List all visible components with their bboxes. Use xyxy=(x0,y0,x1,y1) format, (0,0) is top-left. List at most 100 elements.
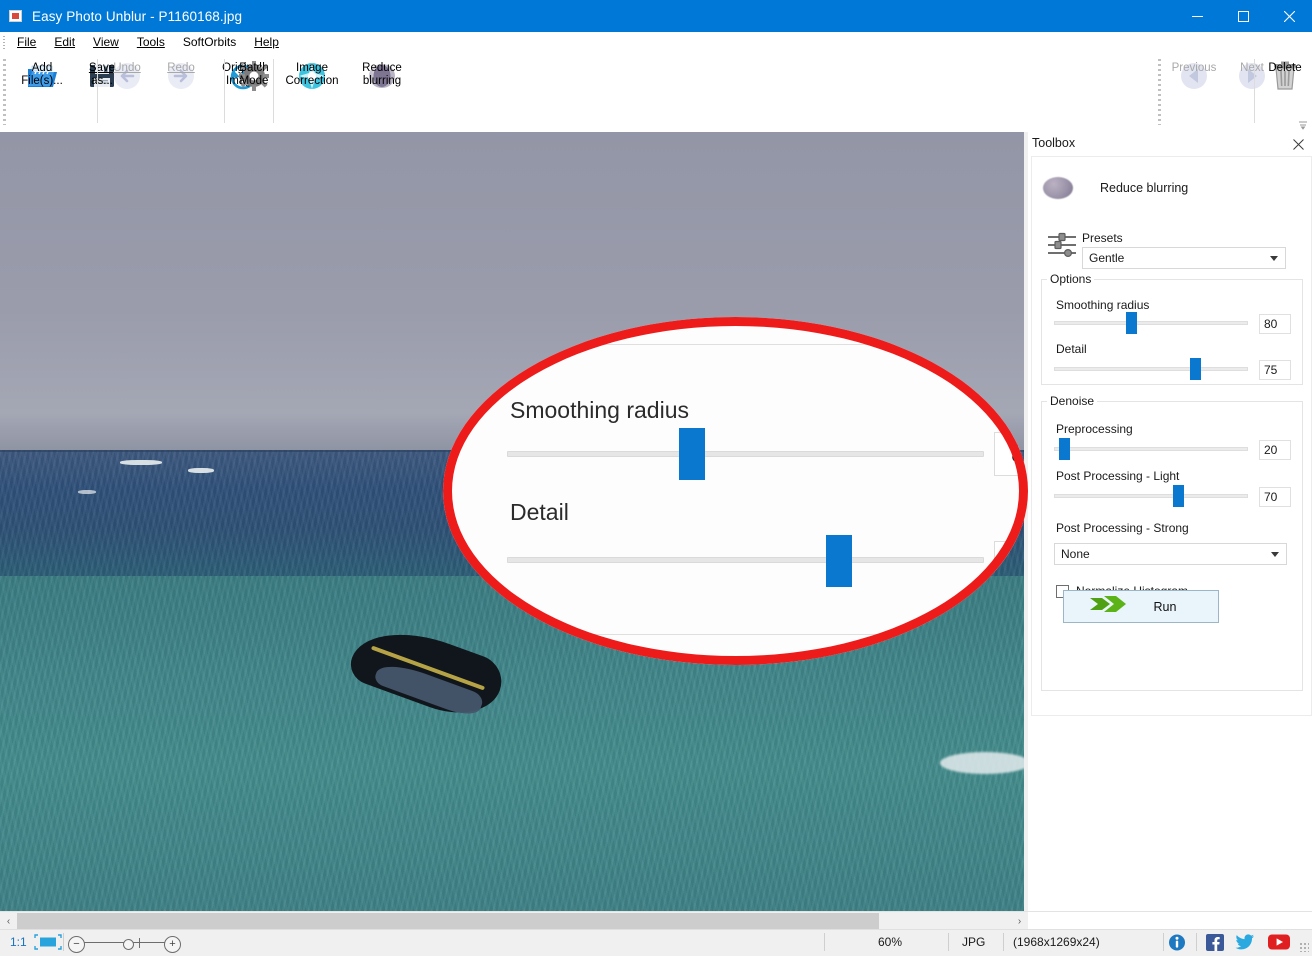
redo-button[interactable]: Redo xyxy=(154,55,208,93)
presets-selected-value: Gentle xyxy=(1089,251,1124,265)
callout-thumb-smoothing-radius[interactable] xyxy=(679,428,705,480)
magnifier-callout: Smoothing radius 80 Detail 75 xyxy=(443,317,1028,665)
toolbar-group-delete: Delete xyxy=(1257,55,1312,129)
facebook-icon[interactable] xyxy=(1206,934,1224,951)
chevron-down-icon xyxy=(1271,552,1279,557)
slider-thumb-post-processing-light[interactable] xyxy=(1173,485,1184,507)
twitter-icon[interactable] xyxy=(1235,934,1253,951)
menu-item-file-label: File xyxy=(17,35,36,49)
menu-item-file[interactable]: File xyxy=(8,33,45,52)
youtube-icon[interactable] xyxy=(1268,934,1286,951)
presets-select[interactable]: Gentle xyxy=(1082,247,1286,269)
close-icon[interactable] xyxy=(1290,136,1306,152)
chevron-down-icon xyxy=(1270,256,1278,261)
image-correction-label: ImageCorrection xyxy=(285,62,338,88)
toolbox-title: Toolbox xyxy=(1032,136,1075,150)
toolbar-separator-4 xyxy=(1254,59,1255,123)
zoom-slider-knob[interactable] xyxy=(123,939,134,950)
post-processing-strong-label: Post Processing - Strong xyxy=(1056,521,1189,535)
slider-track-smoothing-radius[interactable] xyxy=(1054,321,1248,325)
scroll-left-icon[interactable]: ‹ xyxy=(0,912,17,930)
title-bar: Easy Photo Unblur - P1160168.jpg xyxy=(0,0,1312,32)
delete-label: Delete xyxy=(1268,62,1301,75)
status-divider-2 xyxy=(824,933,825,951)
application-window: Easy Photo Unblur - P1160168.jpg File Ed… xyxy=(0,0,1312,954)
callout-value-detail[interactable]: 75 xyxy=(994,541,1028,585)
callout-track-smoothing-radius[interactable] xyxy=(507,451,984,457)
slider-track-post-processing-light[interactable] xyxy=(1054,494,1248,498)
status-bar: 1:1 − + 60% JPG (1968x1269x24) xyxy=(0,929,1312,954)
magnifier-content: Smoothing radius 80 Detail 75 xyxy=(443,317,1028,665)
minimize-button[interactable] xyxy=(1174,0,1220,32)
menu-item-view[interactable]: View xyxy=(84,33,128,52)
menu-item-help[interactable]: Help xyxy=(245,33,288,52)
blur-circle-icon xyxy=(1043,177,1073,199)
info-icon[interactable] xyxy=(1168,934,1186,951)
toolbar-separator xyxy=(97,59,98,123)
photo-wake xyxy=(940,752,1024,774)
status-divider-5 xyxy=(1163,933,1164,951)
callout-track-detail[interactable] xyxy=(507,557,984,563)
window-title: Easy Photo Unblur - P1160168.jpg xyxy=(32,9,242,24)
fit-to-window-icon[interactable] xyxy=(34,934,62,950)
horizontal-scrollbar[interactable]: ‹ › xyxy=(0,911,1028,930)
reduce-blurring-button[interactable]: Reduceblurring xyxy=(348,55,416,93)
undo-button[interactable]: Undo xyxy=(100,55,154,93)
toolbox-panel: Toolbox Reduce blurring xyxy=(1028,132,1312,919)
zoom-slider[interactable]: − + xyxy=(66,934,182,952)
delete-button[interactable]: Delete xyxy=(1257,55,1312,93)
image-correction-button[interactable]: ImageCorrection xyxy=(276,55,348,93)
zoom-out-button[interactable]: − xyxy=(68,936,85,953)
undo-label: Undo xyxy=(113,62,141,75)
slider-label-post-processing-light: Post Processing - Light xyxy=(1056,469,1179,483)
toolbar-separator-2 xyxy=(224,59,225,123)
menu-item-edit[interactable]: Edit xyxy=(45,33,84,52)
ribbon-expand-icon[interactable] xyxy=(1297,119,1308,130)
scrollbar-thumb[interactable] xyxy=(17,913,879,929)
slider-thumb-smoothing-radius[interactable] xyxy=(1126,312,1137,334)
scroll-right-icon[interactable]: › xyxy=(1011,912,1028,930)
presets-label: Presets xyxy=(1082,231,1123,245)
menu-grip-icon xyxy=(0,32,8,53)
batch-mode-label: BatchMode xyxy=(239,62,268,88)
slider-track-detail[interactable] xyxy=(1054,367,1248,371)
callout-thumb-detail[interactable] xyxy=(826,535,852,587)
callout-value-smoothing-radius[interactable]: 80 xyxy=(994,432,1028,476)
slider-value-smoothing-radius[interactable]: 80 xyxy=(1259,314,1291,334)
toolbar-grip-icon-right xyxy=(1158,59,1161,125)
menu-item-softorbits[interactable]: SoftOrbits xyxy=(174,33,245,52)
status-divider-3 xyxy=(948,933,949,951)
callout-label-detail: Detail xyxy=(510,499,569,526)
slider-label-preprocessing: Preprocessing xyxy=(1056,422,1133,436)
active-tool-label: Reduce blurring xyxy=(1100,181,1188,195)
maximize-button[interactable] xyxy=(1220,0,1266,32)
slider-value-detail[interactable]: 75 xyxy=(1259,360,1291,380)
slider-value-post-processing-light[interactable]: 70 xyxy=(1259,487,1291,507)
previous-label: Previous xyxy=(1172,62,1217,75)
slider-track-preprocessing[interactable] xyxy=(1054,447,1248,451)
run-button[interactable]: Run xyxy=(1063,590,1219,623)
zoom-slider-tick xyxy=(139,938,140,948)
post-processing-strong-select[interactable]: None xyxy=(1054,543,1287,565)
slider-thumb-preprocessing[interactable] xyxy=(1059,438,1070,460)
slider-thumb-detail[interactable] xyxy=(1190,358,1201,380)
slider-value-preprocessing[interactable]: 20 xyxy=(1259,440,1291,460)
add-files-button[interactable]: AddFile(s)... xyxy=(10,55,74,93)
file-format-label: JPG xyxy=(962,935,985,949)
zoom-ratio-label[interactable]: 1:1 xyxy=(10,935,27,949)
close-button[interactable] xyxy=(1266,0,1312,32)
photo-whitecap xyxy=(120,460,162,465)
sliders-settings-icon xyxy=(1046,231,1078,261)
window-controls xyxy=(1174,0,1312,32)
menu-item-tools[interactable]: Tools xyxy=(128,33,174,52)
toolbox-body: Reduce blurring Presets xyxy=(1031,156,1312,716)
zoom-percent-label: 60% xyxy=(878,935,902,949)
denoise-group-label: Denoise xyxy=(1047,394,1097,408)
toolbar-grip-icon xyxy=(3,59,6,125)
resize-grip-icon[interactable] xyxy=(1299,942,1309,952)
zoom-in-button[interactable]: + xyxy=(164,936,181,953)
previous-button[interactable]: Previous xyxy=(1163,55,1225,93)
panel-scrollbar-spacer xyxy=(1028,911,1312,930)
active-tool-row: Reduce blurring xyxy=(1043,177,1188,199)
add-files-label: AddFile(s)... xyxy=(21,62,63,88)
